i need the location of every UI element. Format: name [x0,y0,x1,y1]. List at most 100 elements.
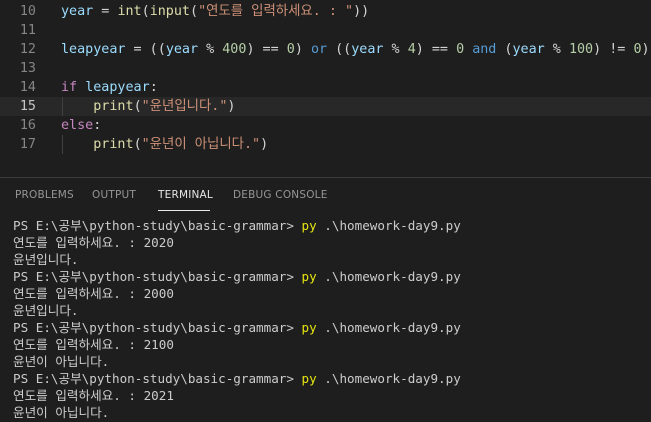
code-token: else [61,118,94,133]
code-text: year = int(input("연도를 입력하세요. : ")) [61,2,369,21]
terminal-command: py [301,320,317,335]
terminal-output-line: 연도를 입력하세요. : 2100 [13,337,174,352]
terminal-prompt-line: PS E:\공부\python-study\basic-grammar> py … [13,217,643,234]
terminal-command-args: .\homework-day9.py [316,218,461,233]
code-token: % [383,42,408,57]
code-token: int [117,4,142,19]
code-token: = [93,4,118,19]
terminal-prompt-line: PS E:\공부\python-study\basic-grammar> py … [13,268,643,285]
code-text: leapyear = ((year % 400) == 0) or ((year… [61,40,650,59]
code-token: 0 [286,42,295,57]
line-number: 17 [19,137,36,152]
code-token: year [61,4,94,19]
code-line[interactable]: 13 [0,59,651,78]
code-token: ) [641,42,650,57]
code-token: year [165,42,199,57]
code-token: 0 [456,42,465,57]
code-token: )) [353,4,370,19]
terminal-output-line: 연도를 입력하세요. : 2021 [13,388,174,403]
code-line[interactable]: 10 year = int(input("연도를 입력하세요. : ")) [0,2,651,21]
code-token: and [472,42,497,57]
code-token: ) == [246,42,287,57]
line-number: 15 [19,99,36,114]
tab-debug-console[interactable]: DEBUG CONSOLE [233,189,328,201]
terminal-command: py [301,218,317,233]
code-line[interactable]: 12 leapyear = ((year % 400) == 0) or ((ye… [0,40,651,59]
terminal-command-args: .\homework-day9.py [316,269,461,284]
terminal-output-line: 윤년입니다. [13,252,79,267]
code-token: "윤년입니다." [141,99,228,114]
code-token: leapyear [61,42,126,57]
code-text: else: [61,116,101,135]
terminal-output-line: 연도를 입력하세요. : 2020 [13,235,174,250]
code-token: ) != [593,42,634,57]
code-token: input [149,4,190,19]
terminal-output-line: 윤년이 아닙니다. [13,405,110,420]
terminal-prompt: PS E:\공부\python-study\basic-grammar> [13,371,302,386]
code-editor[interactable]: 10 year = int(input("연도를 입력하세요. : ")) 11 12… [0,0,651,177]
code-token: ) [294,42,311,57]
code-token: year [512,42,545,57]
code-line[interactable]: 11 [0,21,651,40]
code-token: "연도를 입력하세요. : " [198,4,354,19]
code-token: 100 [568,42,594,57]
line-number: 16 [19,118,36,133]
code-token: if [61,80,78,95]
terminal-prompt: PS E:\공부\python-study\basic-grammar> [13,320,302,335]
code-token: 400 [222,42,247,57]
code-token: ( [496,42,513,57]
code-token: ( [190,4,199,19]
code-token: ) == [415,42,457,57]
line-number: 13 [19,61,36,76]
code-token: leapyear [85,80,150,95]
code-token: year [351,42,384,57]
code-token: ) [227,99,236,114]
line-number: 14 [19,80,36,95]
code-token: ( [133,137,142,152]
code-line[interactable]: 17 print("윤년이 아닙니다.") [0,135,651,154]
code-token: ( [133,99,142,114]
code-line[interactable]: 15 print("윤년입니다.") [0,97,651,116]
code-line[interactable]: 14 if leapyear: [0,78,651,97]
code-token: 0 [633,42,642,57]
code-token: : [149,80,158,95]
code-token: or [310,42,328,57]
code-token: print [93,137,134,152]
terminal-command-args: .\homework-day9.py [316,320,461,335]
terminal-output-line: 윤년입니다. [13,303,79,318]
code-text: if leapyear: [61,78,158,97]
tab-terminal[interactable]: TERMINAL [158,189,213,201]
terminal-output-line: 윤년이 아닙니다. [13,354,110,369]
code-token: % [544,42,569,57]
code-token: = (( [125,42,166,57]
terminal-command-args: .\homework-day9.py [316,371,461,386]
code-line[interactable]: 16 else: [0,116,651,135]
code-token: : [93,118,102,133]
code-text: print("윤년입니다.") [61,97,235,116]
code-token: % [198,42,223,57]
panel-tabs: PROBLEMS OUTPUT TERMINAL DEBUG CONSOLE [0,178,651,212]
bottom-panel: PROBLEMS OUTPUT TERMINAL DEBUG CONSOLE PS E… [0,177,651,422]
code-token: ) [260,137,269,152]
terminal-output-line: 연도를 입력하세요. : 2000 [13,286,174,301]
line-number: 10 [19,4,36,19]
terminal-output[interactable]: PS E:\공부\python-study\basic-grammar> py … [13,217,643,421]
line-number: 12 [19,42,36,57]
code-token: 4 [407,42,416,57]
code-token: "윤년이 아닙니다." [141,137,261,152]
code-token: (( [327,42,352,57]
code-text: print("윤년이 아닙니다.") [61,135,268,154]
tab-output[interactable]: OUTPUT [92,189,136,201]
code-token: ( [141,4,150,19]
terminal-prompt-line: PS E:\공부\python-study\basic-grammar> py … [13,319,643,336]
terminal-prompt: PS E:\공부\python-study\basic-grammar> [13,269,302,284]
terminal-command: py [301,269,317,284]
terminal-prompt: PS E:\공부\python-study\basic-grammar> [13,218,302,233]
tab-problems[interactable]: PROBLEMS [15,189,74,201]
terminal-prompt-line: PS E:\공부\python-study\basic-grammar> py … [13,370,643,387]
code-token: print [93,99,134,114]
